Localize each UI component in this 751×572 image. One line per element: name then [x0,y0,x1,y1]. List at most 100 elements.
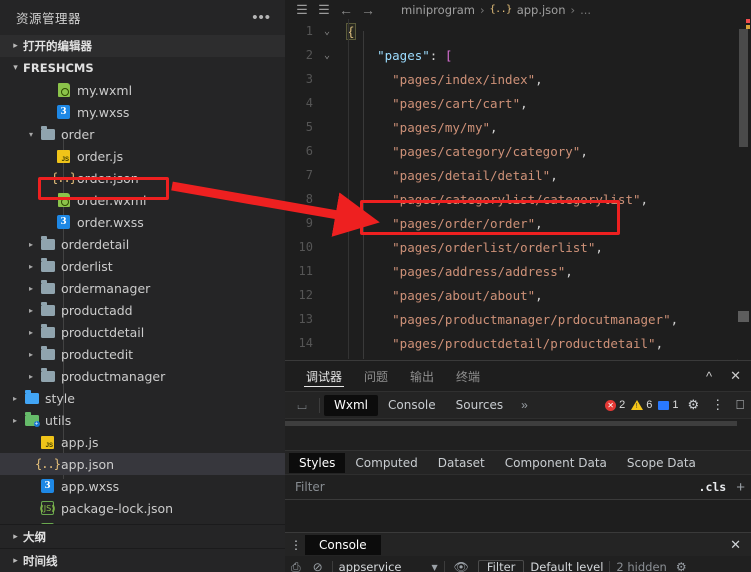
dock-panel-icon[interactable]: ⎕ [733,397,747,413]
chevron-right-icon[interactable]: ▸ [8,394,22,403]
styles-tab-dataset[interactable]: Dataset [428,453,495,473]
tree-item-order-wxml[interactable]: ▸ order.wxml [0,189,285,211]
ellipsis-icon[interactable]: ••• [252,10,271,25]
filter-input[interactable]: Filter [295,480,699,494]
tree-item-order-wxss[interactable]: ▸3 order.wxss [0,211,285,233]
tree-item-orderlist[interactable]: ▸ orderlist [0,255,285,277]
tree-item-order-js[interactable]: ▸JS order.js [0,145,285,167]
kebab-menu-icon[interactable]: ⋮ [708,397,727,413]
chevron-right-icon[interactable]: ▸ [24,328,38,337]
console-context-select[interactable]: appservice ▼ [339,560,438,572]
tree-item-my-wxss[interactable]: ▸3 my.wxss [0,101,285,123]
code-line[interactable]: 11 "pages/address/address", [285,259,751,283]
code-line[interactable]: 7 "pages/detail/detail", [285,163,751,187]
styles-tab-component-data[interactable]: Component Data [495,453,617,473]
chevron-right-icon[interactable]: ▸ [24,350,38,359]
code-line[interactable]: 10 "pages/orderlist/orderlist", [285,235,751,259]
plus-icon[interactable]: + [736,479,745,496]
tree-item-my-wxml[interactable]: ▸ my.wxml [0,79,285,101]
wxml-tree-area[interactable] [285,428,751,450]
panel-tab-输出[interactable]: 输出 [399,361,445,391]
breadcrumb-tail[interactable]: ... [580,3,591,17]
code-line[interactable]: 14 "pages/productdetail/productdetail", [285,331,751,355]
console-filter-input[interactable]: Filter [477,559,525,572]
tree-item-order[interactable]: ▾ order [0,123,285,145]
tree-item-package-lock-json[interactable]: ▸⟪JS⟫ package-lock.json [0,497,285,519]
code-line[interactable]: 1 ⌄ { [285,19,751,43]
tree-item-app-js[interactable]: ▸JS app.js [0,431,285,453]
tree-item-ordermanager[interactable]: ▸ ordermanager [0,277,285,299]
arrow-right-icon[interactable]: → [357,2,379,18]
more-tabs-icon[interactable]: » [513,398,536,412]
close-icon[interactable]: ✕ [730,537,741,553]
tree-item-productedit[interactable]: ▸ productedit [0,343,285,365]
panel-tab-终端[interactable]: 终端 [445,361,491,391]
scrollbar-thumb[interactable] [738,311,749,322]
styles-tab-styles[interactable]: Styles [289,452,346,473]
chevron-right-icon[interactable]: ▸ [24,372,38,381]
inspect-element-icon[interactable]: ⌴ [289,398,315,413]
gear-icon[interactable]: ⚙ [685,397,703,413]
chevron-right-icon[interactable]: ▸ [24,284,38,293]
kebab-menu-icon[interactable]: ⋮ [287,539,305,551]
list-icon[interactable]: ☰ [291,2,313,18]
styles-tab-computed[interactable]: Computed [345,453,427,473]
tab-console[interactable]: Console [378,395,446,416]
code-line[interactable]: 9 "pages/order/order", [285,211,751,235]
sidebar-item-open-editors[interactable]: ▸ 打开的编辑器 [0,35,285,57]
code-line[interactable]: 12 "pages/about/about", [285,283,751,307]
clear-console-icon[interactable]: ⊘ [310,560,326,572]
tab-console-drawer[interactable]: Console [305,534,381,555]
code-line[interactable]: 3 "pages/index/index", [285,67,751,91]
code-line[interactable]: 6 "pages/category/category", [285,139,751,163]
tree-item-order-json[interactable]: ▸{..}order.json [0,167,285,189]
devtools-scroll-strip[interactable] [285,418,751,428]
sidebar-item-project[interactable]: ▾ FRESHCMS [0,57,285,79]
tab-wxml[interactable]: Wxml [324,394,378,416]
chevron-right-icon[interactable]: ▸ [24,240,38,249]
breadcrumb[interactable]: miniprogram › {..} app.json › ... [401,3,591,17]
tree-item-app-json[interactable]: ▸{..}app.json [0,453,285,475]
panel-tab-调试器[interactable]: 调试器 [295,361,353,391]
fold-toggle-icon[interactable]: ⌄ [319,26,335,37]
bookmark-icon[interactable]: ☰ [313,2,335,18]
chevron-right-icon[interactable]: ▸ [24,262,38,271]
close-icon[interactable]: ✕ [730,368,741,384]
status-badge-info[interactable]: 1 [658,399,679,411]
chevron-up-icon[interactable]: ^ [706,369,712,384]
tree-item-style[interactable]: ▸ style [0,387,285,409]
chevron-down-icon[interactable]: ▾ [24,130,38,139]
fold-toggle-icon[interactable]: ⌄ [319,50,335,61]
code-line[interactable]: 2 ⌄ "pages": [ [285,43,751,67]
console-sidebar-icon[interactable]: ⎙ [288,560,304,572]
styles-body[interactable] [285,500,751,532]
breadcrumb-file[interactable]: app.json [517,3,566,17]
code-line[interactable]: 5 "pages/my/my", [285,115,751,139]
arrow-left-icon[interactable]: ← [335,2,357,18]
editor-scrollbar[interactable] [737,19,751,359]
console-level-select[interactable]: Default level [530,560,603,572]
breadcrumb-root[interactable]: miniprogram [401,3,475,17]
chevron-right-icon[interactable]: ▸ [24,306,38,315]
tree-item-orderdetail[interactable]: ▸ orderdetail [0,233,285,255]
code-line[interactable]: 8 "pages/categorylist/categorylist", [285,187,751,211]
panel-tab-问题[interactable]: 问题 [353,361,399,391]
styles-tab-scope-data[interactable]: Scope Data [617,453,706,473]
minimap-slider[interactable] [739,29,748,147]
code-line[interactable]: 13 "pages/productmanager/prdocutmanager"… [285,307,751,331]
status-badge-warnings[interactable]: 6 [631,399,652,411]
tree-item-productadd[interactable]: ▸ productadd [0,299,285,321]
tree-item-utils[interactable]: ▸ + utils [0,409,285,431]
chevron-right-icon[interactable]: ▸ [8,416,22,425]
status-badge-errors[interactable]: ✕ 2 [605,399,625,411]
eye-icon[interactable]: 👁 [451,560,472,572]
tree-item-app-wxss[interactable]: ▸3 app.wxss [0,475,285,497]
sidebar-item-outline[interactable]: ▸ 大纲 [0,524,285,548]
cls-button[interactable]: .cls [699,480,737,494]
code-editor[interactable]: 1 ⌄{2 ⌄ "pages": [3 "pages/index/index", 4 … [285,19,751,359]
sidebar-item-timeline[interactable]: ▸ 时间线 [0,548,285,572]
tab-sources[interactable]: Sources [446,395,513,416]
tree-item-productdetail[interactable]: ▸ productdetail [0,321,285,343]
console-settings-icon[interactable]: ⚙ [673,560,690,572]
code-line[interactable]: 4 "pages/cart/cart", [285,91,751,115]
